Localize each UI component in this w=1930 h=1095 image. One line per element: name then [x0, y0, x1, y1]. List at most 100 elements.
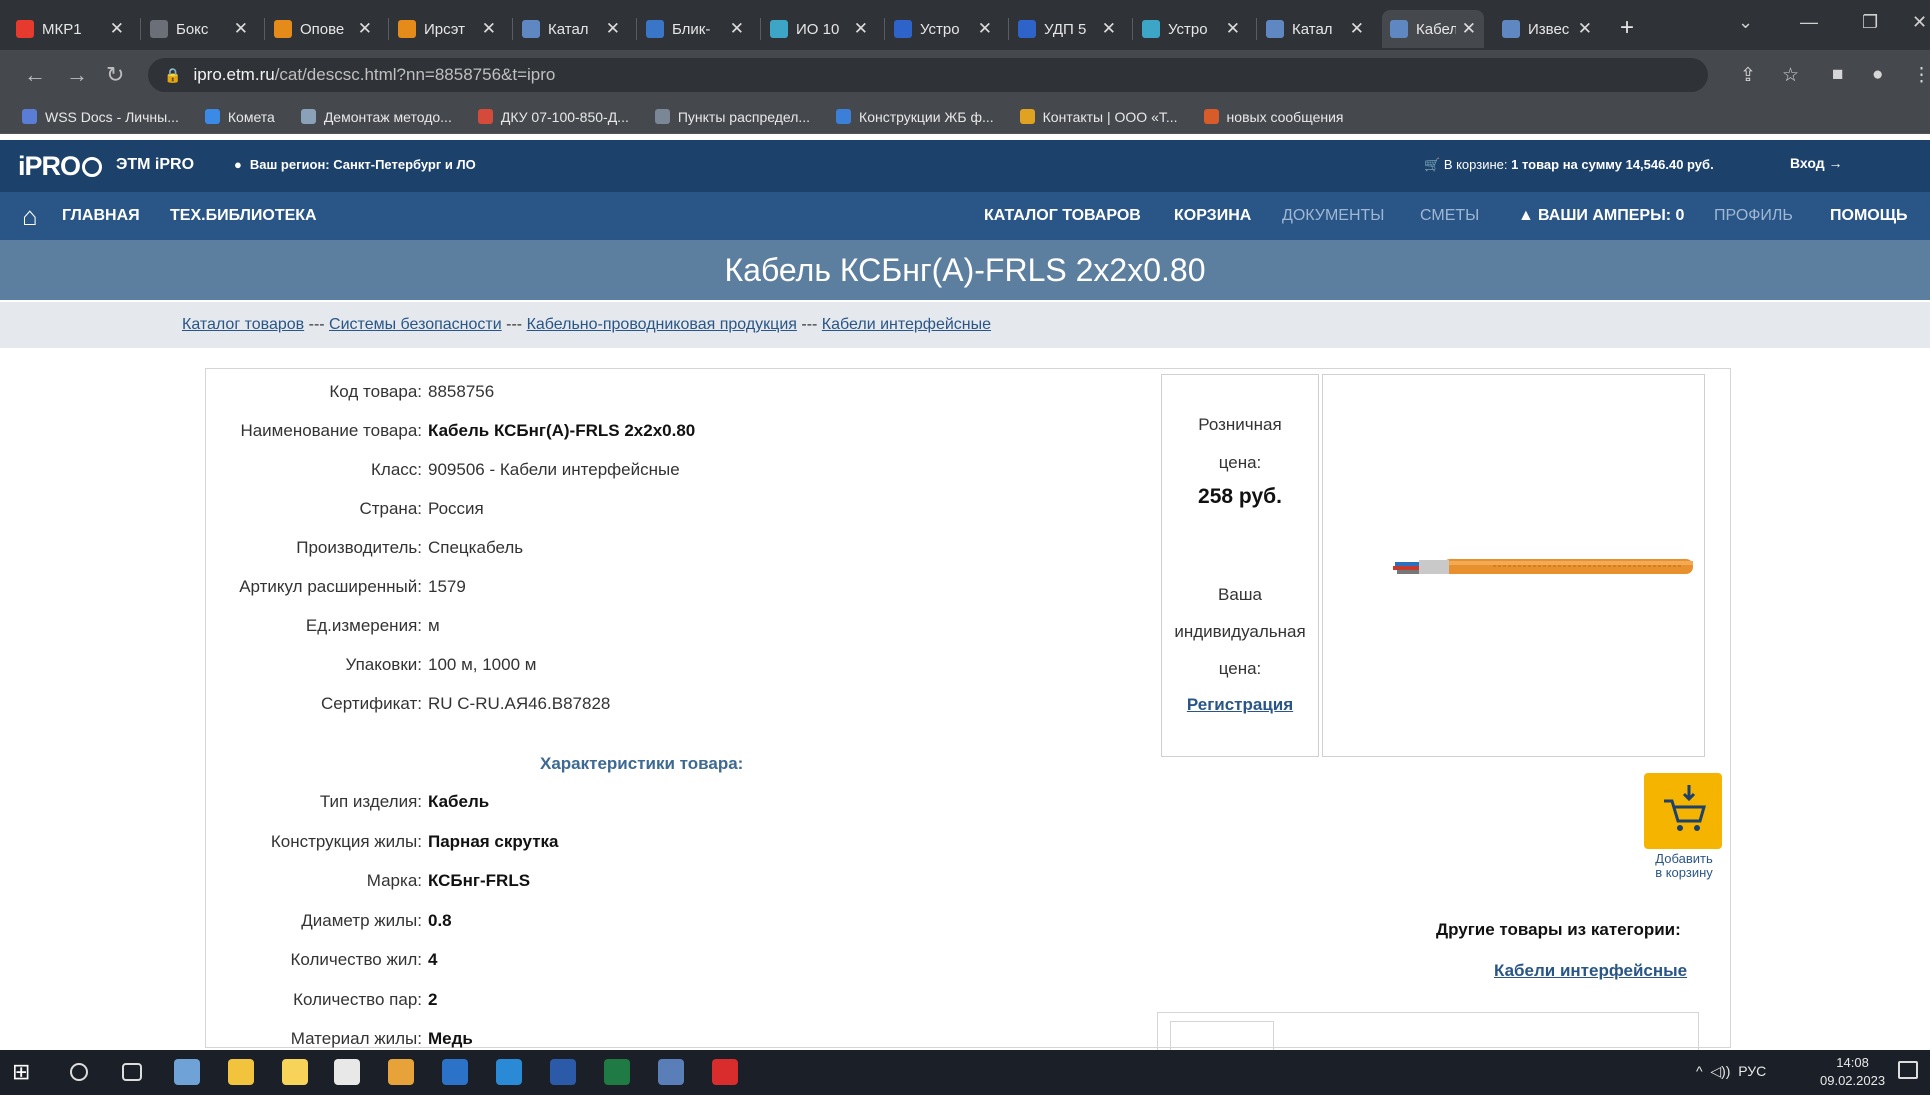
browser-tab[interactable]: Извес ✕ — [1494, 10, 1600, 48]
app-icon-1[interactable] — [174, 1059, 200, 1085]
nav-tech-library[interactable]: ТЕХ.БИБЛИОТЕКА — [170, 207, 317, 225]
retail-label: Розничная — [1198, 415, 1282, 434]
mail-icon[interactable] — [334, 1059, 360, 1085]
app-icon-3[interactable] — [658, 1059, 684, 1085]
nav-documents[interactable]: ДОКУМЕНТЫ — [1282, 207, 1384, 225]
browser-tab[interactable]: МКР1 ✕ — [8, 10, 132, 48]
bookmark-star-icon[interactable]: ☆ — [1782, 64, 1799, 87]
search-icon[interactable] — [70, 1063, 88, 1081]
nav-home[interactable]: ГЛАВНАЯ — [62, 207, 140, 225]
nav-cart[interactable]: КОРЗИНА — [1174, 207, 1251, 225]
login-link[interactable]: Вход → — [1790, 155, 1843, 171]
bookmark-favicon-icon — [204, 109, 220, 124]
word-icon[interactable] — [550, 1059, 576, 1085]
tab-label: УДП 5 — [1044, 20, 1087, 38]
close-window-button[interactable]: ✕ — [1912, 12, 1927, 33]
browser-tab[interactable]: УДП 5 ✕ — [1010, 10, 1124, 48]
site-logo[interactable]: iPRO — [18, 151, 103, 182]
menu-icon[interactable]: ⋮ — [1912, 64, 1930, 87]
register-link[interactable]: Регистрация — [1162, 695, 1318, 715]
breadcrumb-security[interactable]: Системы безопасности — [329, 316, 502, 333]
browser-tab[interactable]: Катал ✕ — [1258, 10, 1372, 48]
back-icon[interactable]: ← — [24, 62, 46, 88]
browser-tab[interactable]: Опове ✕ — [266, 10, 380, 48]
bookmark-item[interactable]: Демонтаж методо... — [300, 109, 452, 125]
share-icon[interactable]: ⇪ — [1740, 64, 1756, 87]
excel-icon[interactable] — [604, 1059, 630, 1085]
tab-close-icon[interactable]: ✕ — [234, 19, 248, 39]
store-icon[interactable] — [282, 1059, 308, 1085]
new-tab-button[interactable]: + — [1620, 14, 1634, 42]
tab-close-icon[interactable]: ✕ — [606, 19, 620, 39]
url-field[interactable]: 🔒 ipro.etm.ru /cat/descsc.html?nn=885875… — [148, 58, 1708, 92]
restore-button[interactable]: ❐ — [1862, 12, 1878, 33]
bookmark-item[interactable]: Контакты | ООО «Т... — [1019, 109, 1178, 125]
tab-label: Катал — [548, 20, 589, 38]
nav-estimates[interactable]: СМЕТЫ — [1420, 207, 1479, 225]
chrome-icon[interactable] — [388, 1059, 414, 1085]
browser-tab[interactable]: Бокс ✕ — [142, 10, 256, 48]
windows-start-icon[interactable]: ⊞ — [12, 1059, 38, 1085]
bookmark-item[interactable]: Конструкции ЖБ ф... — [836, 109, 994, 125]
breadcrumb-interface-cables[interactable]: Кабели интерфейсные — [822, 316, 991, 333]
system-tray[interactable]: ^ ◁)) РУС — [1696, 1063, 1766, 1080]
nav-catalog[interactable]: КАТАЛОГ ТОВАРОВ — [984, 207, 1141, 225]
browser-tab[interactable]: Устро ✕ — [1134, 10, 1248, 48]
region-selector[interactable]: ● Ваш регион: Санкт-Петербург и ЛО — [234, 157, 476, 172]
browser-tab[interactable]: ИО 10 ✕ — [762, 10, 876, 48]
brand-name[interactable]: ЭТМ iPRO — [116, 156, 194, 174]
price-box: Розничная цена: 258 руб. Ваша индивидуал… — [1161, 374, 1319, 757]
home-icon[interactable]: ⌂ — [22, 201, 38, 232]
other-products-link[interactable]: Кабели интерфейсные — [1494, 961, 1687, 981]
reload-icon[interactable]: ↻ — [106, 62, 124, 88]
tab-label: Ирсэт — [424, 20, 465, 38]
minimize-button[interactable]: — — [1800, 12, 1818, 33]
browser-tab[interactable]: Кабел ✕ — [1382, 10, 1484, 48]
tab-search-icon[interactable]: ⌄ — [1738, 12, 1753, 33]
field-label: Наименование товара: — [240, 421, 422, 440]
browser-tab[interactable]: Устро ✕ — [886, 10, 1000, 48]
tab-close-icon[interactable]: ✕ — [482, 19, 496, 39]
outlook-icon[interactable] — [442, 1059, 468, 1085]
profile-icon[interactable]: ● — [1872, 64, 1883, 86]
clock[interactable]: 14:08 09.02.2023 — [1820, 1054, 1885, 1090]
tab-close-icon[interactable]: ✕ — [110, 19, 124, 39]
tab-close-icon[interactable]: ✕ — [1102, 19, 1116, 39]
tab-close-icon[interactable]: ✕ — [978, 19, 992, 39]
breadcrumb-catalog[interactable]: Каталог товаров — [182, 316, 304, 333]
add-to-cart-label[interactable]: Добавить в корзину — [1636, 852, 1732, 880]
tab-close-icon[interactable]: ✕ — [854, 19, 868, 39]
sidebar-icon[interactable]: ■ — [1832, 64, 1843, 86]
nav-help[interactable]: ПОМОЩЬ — [1830, 207, 1908, 225]
characteristics-heading: Характеристики товара: — [540, 754, 744, 773]
tab-close-icon[interactable]: ✕ — [1350, 19, 1364, 39]
bookmark-item[interactable]: ДКУ 07-100-850-Д... — [477, 109, 629, 125]
browser-tab[interactable]: Катал ✕ — [514, 10, 628, 48]
explorer-icon[interactable] — [228, 1059, 254, 1085]
tab-close-icon[interactable]: ✕ — [1462, 19, 1476, 39]
tab-close-icon[interactable]: ✕ — [730, 19, 744, 39]
tab-label: Устро — [1168, 20, 1208, 38]
bookmark-item[interactable]: новых сообщения — [1203, 109, 1343, 125]
product-image-box[interactable] — [1322, 374, 1705, 757]
app-icon-2[interactable] — [496, 1059, 522, 1085]
browser-tab[interactable]: Ирсэт ✕ — [390, 10, 504, 48]
notifications-icon[interactable] — [1898, 1061, 1918, 1079]
acrobat-icon[interactable] — [712, 1059, 738, 1085]
tab-close-icon[interactable]: ✕ — [1578, 19, 1592, 39]
nav-profile[interactable]: ПРОФИЛЬ — [1714, 207, 1793, 225]
bookmark-item[interactable]: Пункты распредел... — [654, 109, 810, 125]
nav-amperes[interactable]: ВАШИ АМПЕРЫ: 0 — [1538, 207, 1684, 225]
bookmark-item[interactable]: Комета — [204, 109, 275, 125]
tab-close-icon[interactable]: ✕ — [1226, 19, 1240, 39]
bookmark-item[interactable]: WSS Docs - Личны... — [22, 109, 179, 125]
add-to-cart-button[interactable] — [1644, 773, 1722, 849]
cable-image — [1393, 559, 1693, 574]
tab-separator — [1256, 18, 1257, 40]
breadcrumb-cable-products[interactable]: Кабельно-проводниковая продукция — [527, 316, 797, 333]
tab-close-icon[interactable]: ✕ — [358, 19, 372, 39]
browser-tab[interactable]: Блик- ✕ — [638, 10, 752, 48]
task-view-icon[interactable] — [122, 1063, 142, 1081]
cart-summary[interactable]: 🛒 В корзине: 1 товар на сумму 14,546.40 … — [1424, 157, 1714, 173]
forward-icon[interactable]: → — [66, 62, 88, 88]
